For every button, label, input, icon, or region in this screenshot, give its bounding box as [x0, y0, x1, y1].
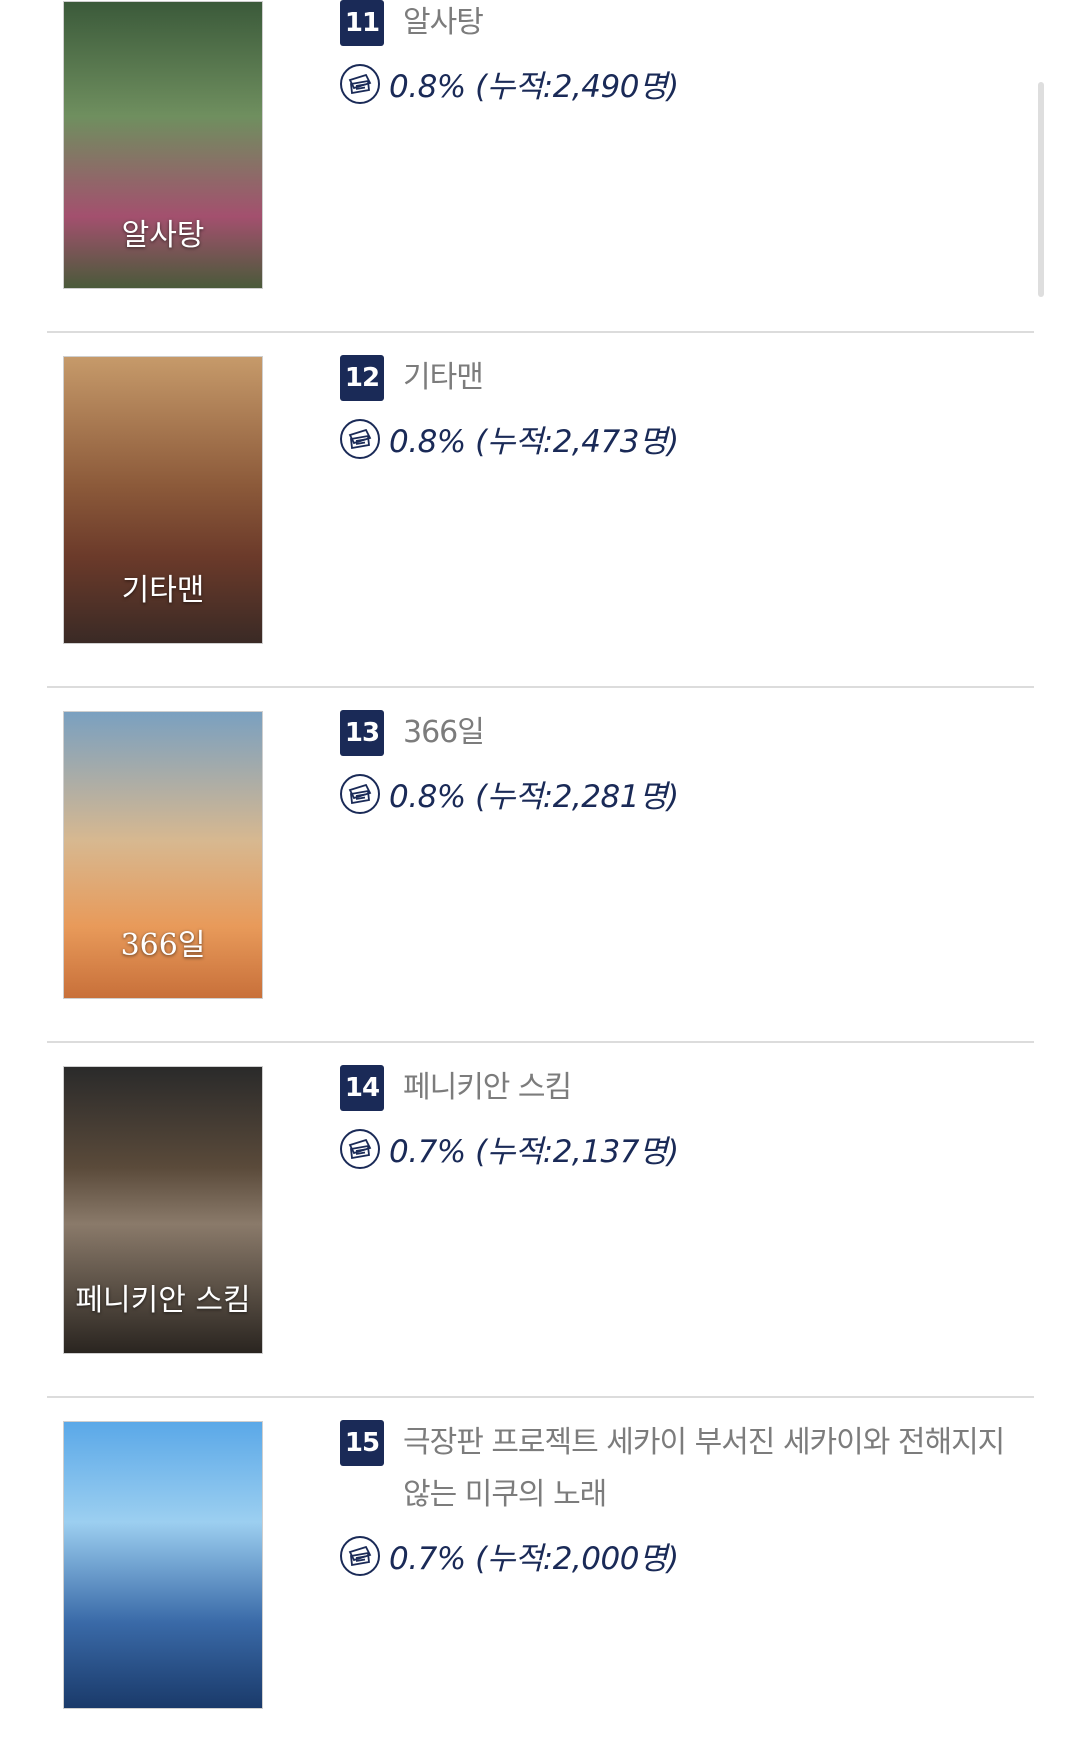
poster-title: 366일	[120, 928, 206, 963]
audience-count: (누적:2,473명)	[475, 424, 679, 460]
rank-badge: 11	[340, 0, 384, 46]
audience-stat: 0.8% (누적:2,490명)	[340, 61, 1024, 106]
rank-badge: 15	[340, 1420, 384, 1466]
audience-stat: 0.8% (누적:2,281명)	[340, 771, 1024, 816]
list-item[interactable]: 알사탕 11 알사탕 0.8% (누적:2,490명)	[47, 0, 1034, 333]
movie-title[interactable]: 극장판 프로젝트 세카이 부서진 세카이와 전해지지 않는 미쿠의 노래	[403, 1417, 1024, 1521]
movie-title[interactable]: 기타맨	[403, 352, 484, 404]
ticket-icon	[340, 1535, 380, 1576]
ticket-icon	[340, 63, 380, 104]
ticket-icon	[340, 773, 380, 814]
movie-info: 15 극장판 프로젝트 세카이 부서진 세카이와 전해지지 않는 미쿠의 노래 …	[340, 1420, 1024, 1578]
poster-title: 기타맨	[121, 573, 205, 608]
rank-badge: 13	[340, 710, 384, 756]
audience-share: 0.7%	[389, 1134, 466, 1170]
scrollbar[interactable]	[1038, 82, 1044, 297]
audience-share: 0.8%	[389, 779, 466, 815]
ticket-icon	[340, 418, 380, 459]
rank-badge: 14	[340, 1065, 384, 1111]
poster-title: 페니키안 스킴	[75, 1283, 251, 1318]
audience-stat: 0.7% (누적:2,000명)	[340, 1533, 1024, 1578]
movie-poster[interactable]: 기타맨	[63, 356, 263, 644]
box-office-list: 알사탕 11 알사탕 0.8% (누적:2,490명) 기타맨 12 기타맨 0…	[47, 0, 1034, 1753]
list-item[interactable]: 페니키안 스킴 14 페니키안 스킴 0.7% (누적:2,137명)	[47, 1043, 1034, 1398]
audience-share: 0.7%	[389, 1541, 466, 1577]
list-item[interactable]: 15 극장판 프로젝트 세카이 부서진 세카이와 전해지지 않는 미쿠의 노래 …	[47, 1398, 1034, 1753]
movie-poster[interactable]: 페니키안 스킴	[63, 1066, 263, 1354]
list-item[interactable]: 기타맨 12 기타맨 0.8% (누적:2,473명)	[47, 333, 1034, 688]
audience-stat: 0.7% (누적:2,137명)	[340, 1126, 1024, 1171]
movie-info: 12 기타맨 0.8% (누적:2,473명)	[340, 355, 1024, 461]
movie-info: 11 알사탕 0.8% (누적:2,490명)	[340, 0, 1024, 106]
movie-title[interactable]: 페니키안 스킴	[403, 1062, 572, 1114]
audience-text: 0.8% (누적:2,281명)	[389, 771, 679, 816]
movie-info: 13 366일 0.8% (누적:2,281명)	[340, 710, 1024, 816]
audience-text: 0.7% (누적:2,137명)	[389, 1126, 679, 1171]
audience-text: 0.8% (누적:2,473명)	[389, 416, 679, 461]
audience-count: (누적:2,281명)	[475, 779, 679, 815]
movie-poster[interactable]	[63, 1421, 263, 1709]
movie-title[interactable]: 알사탕	[403, 0, 484, 49]
audience-share: 0.8%	[389, 424, 466, 460]
audience-count: (누적:2,137명)	[475, 1134, 679, 1170]
rank-badge: 12	[340, 355, 384, 401]
movie-poster[interactable]: 알사탕	[63, 1, 263, 289]
audience-text: 0.7% (누적:2,000명)	[389, 1533, 679, 1578]
ticket-icon	[340, 1128, 380, 1169]
poster-title: 알사탕	[121, 218, 205, 253]
audience-count: (누적:2,000명)	[475, 1541, 679, 1577]
movie-poster[interactable]: 366일	[63, 711, 263, 999]
audience-text: 0.8% (누적:2,490명)	[389, 61, 679, 106]
list-item[interactable]: 366일 13 366일 0.8% (누적:2,281명)	[47, 688, 1034, 1043]
audience-count: (누적:2,490명)	[475, 69, 679, 105]
movie-title[interactable]: 366일	[403, 707, 485, 759]
audience-stat: 0.8% (누적:2,473명)	[340, 416, 1024, 461]
audience-share: 0.8%	[389, 69, 466, 105]
movie-info: 14 페니키안 스킴 0.7% (누적:2,137명)	[340, 1065, 1024, 1171]
